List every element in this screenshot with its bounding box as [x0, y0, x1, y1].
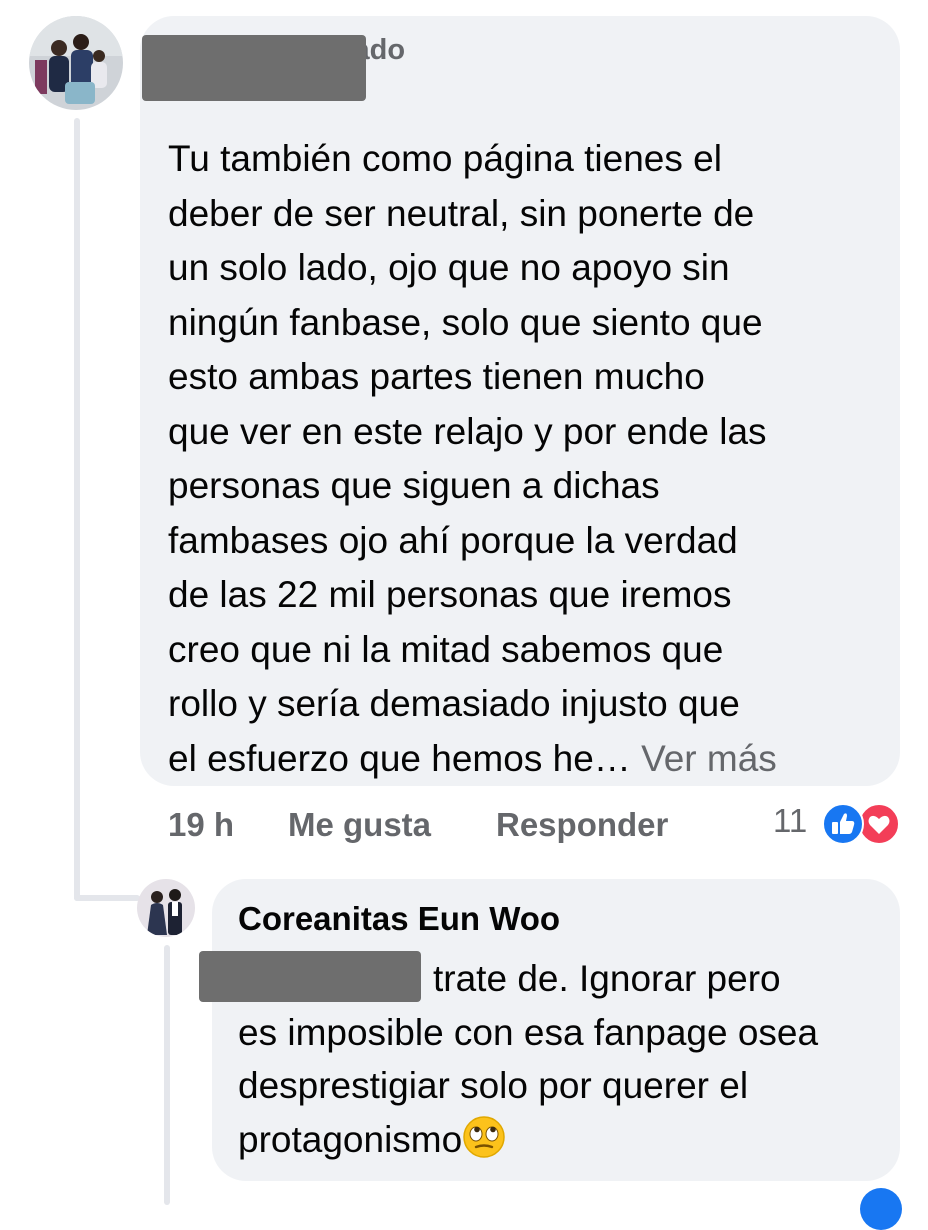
reply-author-name[interactable]: Coreanitas Eun Woo — [238, 900, 560, 938]
love-icon[interactable] — [858, 803, 900, 845]
reaction-icon-partial[interactable] — [860, 1188, 902, 1230]
see-more-link[interactable]: Ver más — [641, 738, 777, 779]
reply-button[interactable]: Responder — [496, 806, 668, 850]
comment-timestamp[interactable]: 19 h — [168, 806, 234, 850]
like-icon[interactable] — [822, 803, 864, 845]
reply-text-rest: es imposible con esa fanpage osea despre… — [238, 1011, 819, 1160]
thread-line-connector — [74, 895, 140, 901]
reply-text-line1: trate de. Ignorar pero — [433, 958, 781, 999]
face-with-rolling-eyes-emoji — [462, 1115, 506, 1159]
comment-text: Tu también como página tienes el deber d… — [168, 132, 888, 786]
reply-author-avatar[interactable] — [137, 879, 195, 937]
thread-line — [74, 118, 80, 901]
reply-text: trate de. Ignorar pero es imposible con e… — [238, 952, 888, 1166]
commenter-avatar[interactable] — [29, 16, 123, 110]
like-button[interactable]: Me gusta — [288, 806, 431, 850]
reply-thread-line — [164, 945, 170, 1205]
redacted-commenter-name — [142, 35, 366, 101]
comment-body-text: Tu también como página tienes el deber d… — [168, 138, 767, 779]
reaction-count[interactable]: 11 — [773, 802, 807, 840]
